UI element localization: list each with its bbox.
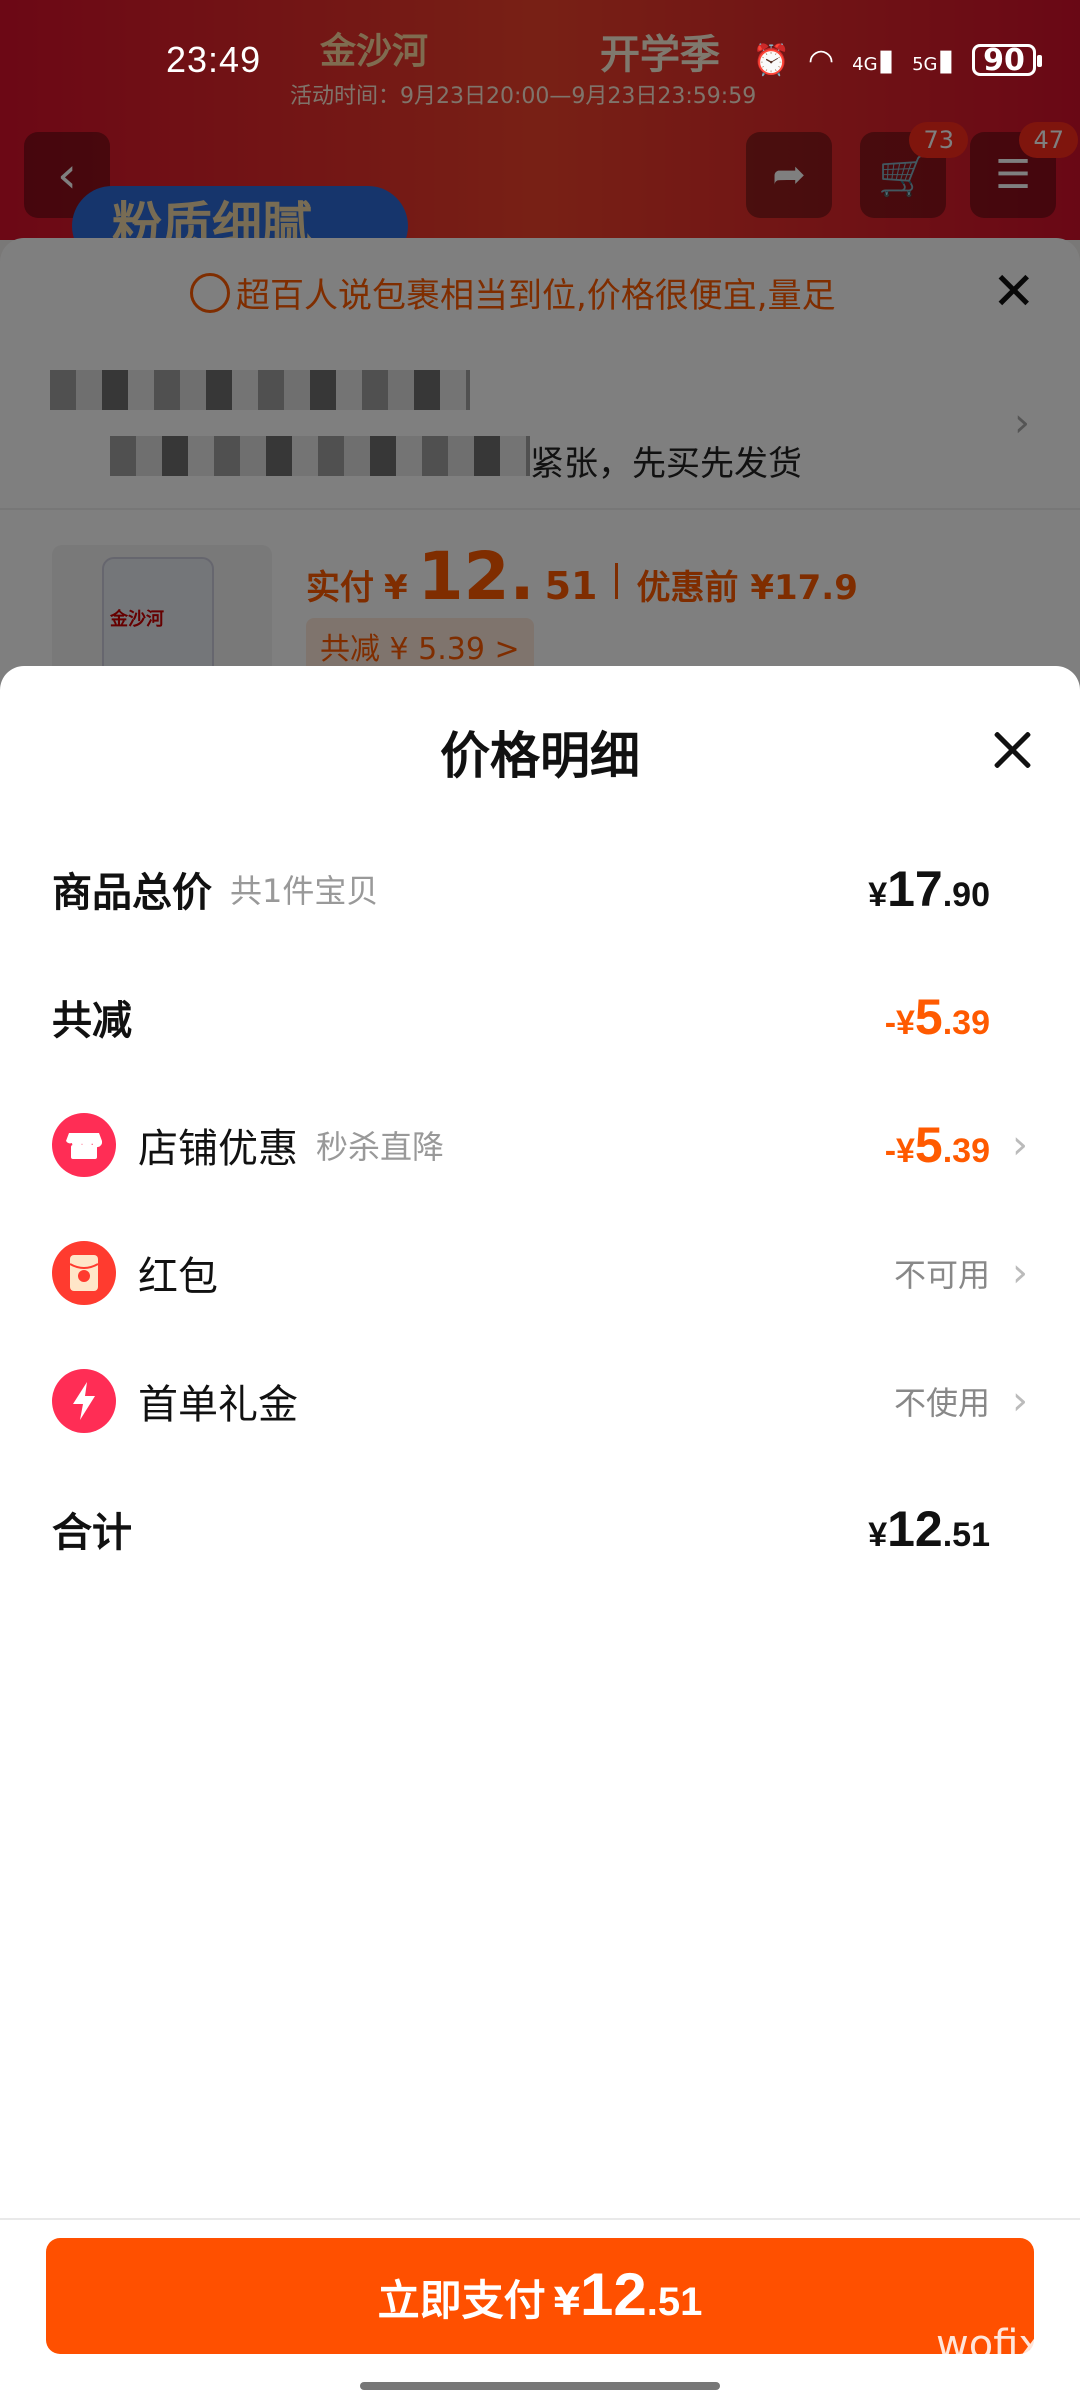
row-value: ¥17.90 [868,860,1032,918]
home-indicator[interactable] [360,2382,720,2390]
row-sublabel: 秒杀直降 [316,1128,445,1166]
status-bar: 23:49 ⏰ ◠ 4G▮ 5G▮ 90 [0,0,1080,120]
pay-button-label: 立即支付 [377,2276,546,2325]
row-goods-total: 商品总价 共1件宝贝 ¥17.90 [52,844,1032,934]
signal-5g-icon: 5G▮ [912,42,954,78]
lightning-icon [52,1369,116,1433]
row-first-order-gift[interactable]: 首单礼金 不使用 › [52,1356,1032,1446]
sheet-title: 价格明细 [440,727,640,785]
chevron-right-icon: › [1012,1122,1028,1168]
row-label: 共减 [52,998,132,1044]
row-value: 不可用 › [894,1250,1032,1296]
total-discount-price: -¥ 5.39 [884,989,990,1045]
red-packet-status: 不可用 [893,1256,990,1294]
alarm-icon: ⏰ [752,42,790,78]
bottom-divider [0,2218,1080,2220]
row-label: 合计 [52,1510,132,1556]
first-order-gift-status: 不使用 [893,1384,990,1422]
row-value: 不使用 › [894,1378,1032,1424]
watermark: wofix [936,2322,1043,2368]
pay-button-decimal: .51 [646,2280,703,2324]
row-label: 商品总价 [52,870,212,916]
status-icons: ⏰ ◠ 4G▮ 5G▮ 90 [752,42,1042,78]
pay-button-integer: 12 [580,2261,647,2328]
goods-total-price: ¥17.90 [868,861,990,917]
wifi-icon: ◠ [807,42,835,78]
row-total-discount: 共减 -¥ 5.39 [52,972,1032,1062]
row-label: 红包 [138,1254,218,1300]
signal-4g-icon: 4G▮ [852,42,895,78]
store-discount-price: -¥ 5.39 [884,1117,990,1173]
grand-total-price: ¥12.51 [868,1501,990,1557]
row-sublabel: 共1件宝贝 [230,872,379,910]
store-icon [52,1113,116,1177]
status-time: 23:49 [166,39,262,80]
pay-now-button[interactable]: 立即支付 ¥ 12 .51 [46,2238,1034,2354]
row-red-packet[interactable]: 红包 不可用 › [52,1228,1032,1318]
battery-icon: 90 [972,43,1042,78]
close-icon[interactable] [984,722,1040,778]
chevron-right-icon: › [1012,1378,1028,1424]
row-store-discount[interactable]: 店铺优惠 秒杀直降 -¥ 5.39 › [52,1100,1032,1190]
row-grand-total: 合计 ¥12.51 [52,1484,1032,1574]
row-value: -¥ 5.39 › [885,1116,1032,1174]
chevron-right-icon: › [1012,1250,1028,1296]
pay-button-symbol: ¥ [553,2280,581,2324]
row-value: -¥ 5.39 [885,988,1032,1046]
row-value: ¥12.51 [868,1500,1032,1558]
red-packet-icon [52,1241,116,1305]
row-label: 店铺优惠 [138,1126,298,1172]
row-label: 首单礼金 [138,1382,298,1428]
price-detail-sheet: 价格明细 商品总价 共1件宝贝 ¥17.90 共减 -¥ 5.39 店铺优惠 秒杀… [0,666,1080,2400]
